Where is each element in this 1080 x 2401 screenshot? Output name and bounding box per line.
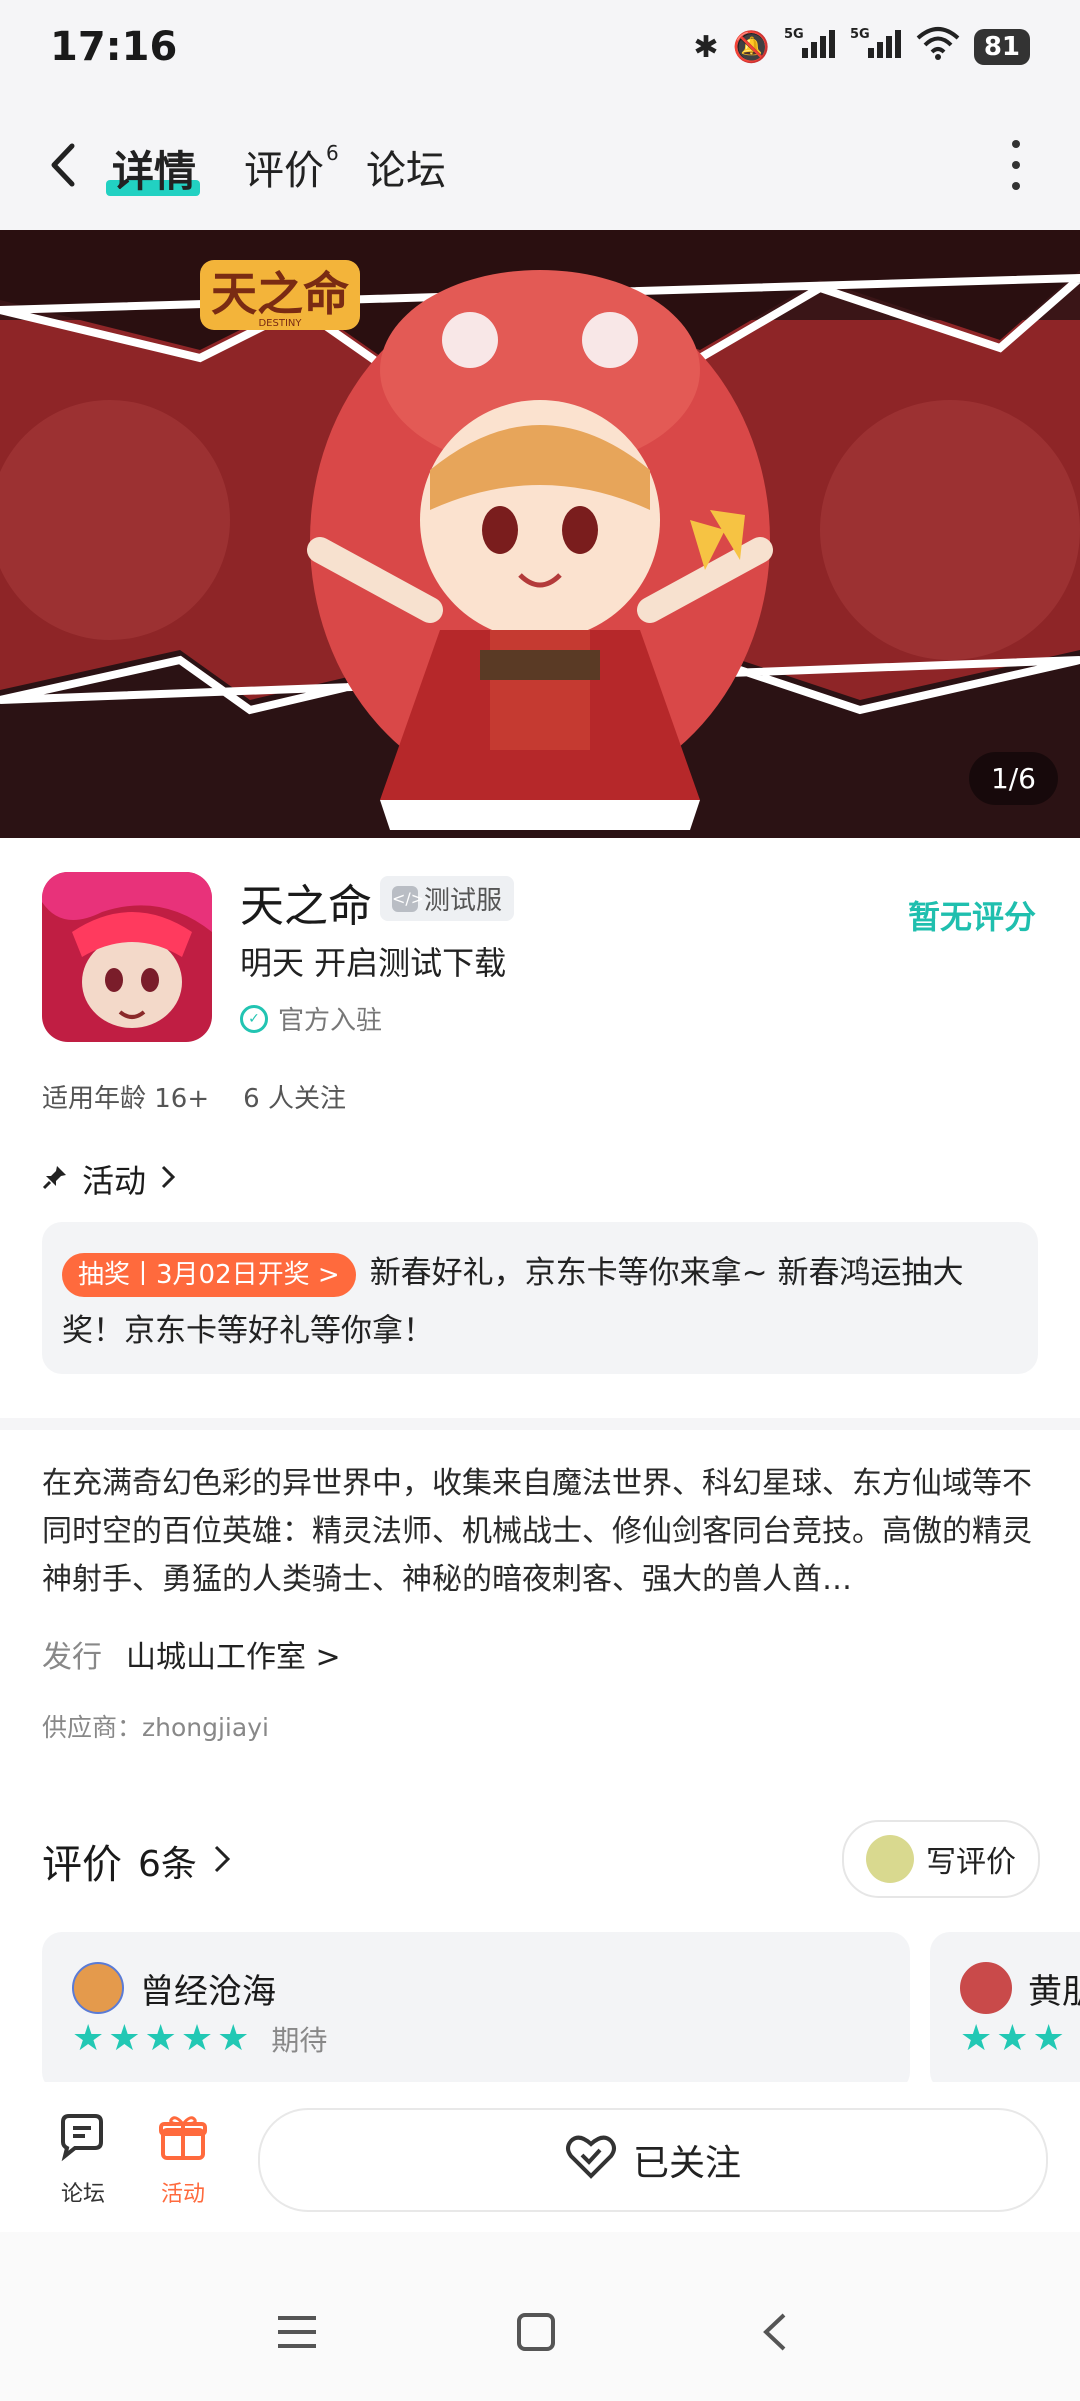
- tab-forum[interactable]: 论坛: [366, 138, 446, 196]
- rating-status: 暂无评分: [907, 898, 1036, 936]
- chevron-right-icon: [160, 1160, 176, 1198]
- banner-logo: 天之命 DESTINY: [200, 260, 360, 330]
- svg-text:5G: 5G: [784, 27, 804, 42]
- publisher-name: 山城山工作室 >: [126, 1640, 341, 1675]
- section-divider: [0, 1418, 1080, 1430]
- reviews-count: 6条: [138, 1844, 197, 1885]
- forum-label: 论坛: [60, 2182, 105, 2207]
- review-card[interactable]: 黄朋 ★★★: [930, 1932, 1080, 2092]
- reviewer-avatar: [960, 1962, 1012, 2014]
- activity-content: 抽奖丨3月02日开奖 > 新春好礼，京东卡等你来拿~ 新春鸿运抽大奖！京东卡等好礼…: [62, 1244, 1022, 1360]
- wifi-icon: [916, 26, 960, 68]
- follow-button[interactable]: 已关注: [258, 2108, 1048, 2212]
- official-badge: ✓ 官方入驻: [240, 1000, 382, 1037]
- release-info: 明天 开启测试下载: [240, 944, 507, 982]
- app-icon: [42, 872, 212, 1042]
- banner-illustration: 天之命 DESTINY: [0, 230, 1080, 838]
- review-card[interactable]: 曾经沧海 ★★★★★ 期待: [42, 1932, 910, 2092]
- home-icon[interactable]: [516, 2312, 556, 2362]
- svg-text:5G: 5G: [850, 27, 870, 42]
- svg-text:DESTINY: DESTINY: [258, 318, 302, 329]
- chevron-right-icon: [213, 1838, 231, 1884]
- activity-header[interactable]: 活动: [42, 1156, 176, 1202]
- back-button[interactable]: [44, 140, 84, 190]
- age-rating: 适用年龄 16+: [42, 1084, 210, 1114]
- follow-label: 已关注: [632, 2143, 741, 2184]
- app-meta: 适用年龄 16+ 6 人关注: [42, 1078, 346, 1115]
- user-avatar: [866, 1835, 914, 1883]
- game-description[interactable]: 在充满奇幻色彩的异世界中，收集来自魔法世界、科幻星球、东方仙域等不同时空的百位英…: [42, 1460, 1038, 1604]
- status-time: 17:16: [50, 24, 178, 70]
- tab-details[interactable]: 详情: [112, 138, 196, 199]
- publisher-label: 发行: [42, 1640, 102, 1675]
- signal-icon-2: 5G: [850, 26, 902, 68]
- official-label: 官方入驻: [278, 1006, 383, 1036]
- supplier-info: 供应商：zhongjiayi: [42, 1713, 269, 1742]
- gift-icon: [138, 2112, 228, 2176]
- chat-bubble-icon: [38, 2112, 128, 2176]
- follower-count: 6 人关注: [243, 1084, 346, 1114]
- write-review-button[interactable]: 写评价: [842, 1820, 1040, 1898]
- activity-label: 活动: [160, 2182, 205, 2207]
- back-arrow-icon: [51, 143, 75, 187]
- forum-button[interactable]: 论坛: [38, 2112, 128, 2208]
- battery-indicator: 81: [973, 29, 1030, 65]
- star-rating: ★★★★★: [72, 2018, 254, 2059]
- verified-check-icon: ✓: [240, 1004, 268, 1033]
- reviews-title: 评价: [42, 1842, 122, 1888]
- lottery-badge[interactable]: 抽奖丨3月02日开奖 >: [62, 1252, 356, 1297]
- status-icons: ✱ 🔕 5G 5G 81: [693, 26, 1030, 68]
- signal-icon: 5G: [784, 26, 836, 68]
- mute-icon: 🔕: [732, 29, 770, 65]
- star-rating: ★★★: [960, 2018, 1069, 2059]
- activity-title: 活动: [82, 1162, 147, 1200]
- menu-icon[interactable]: [276, 2312, 318, 2362]
- tab-reviews-count: 6: [326, 141, 339, 165]
- banner-page-counter: 1/6: [968, 752, 1058, 805]
- reviewer-name: 黄朋: [1028, 1971, 1080, 2012]
- test-server-label: 测试服: [424, 886, 503, 916]
- code-icon: </>: [392, 885, 424, 912]
- banner-image[interactable]: 天之命 DESTINY: [0, 230, 1080, 838]
- reviewer-avatar: [72, 1962, 124, 2014]
- tab-reviews[interactable]: 评价 6: [244, 138, 339, 196]
- heart-check-icon: [565, 2132, 617, 2189]
- bluetooth-icon: ✱: [693, 29, 719, 65]
- svg-text:天之命: 天之命: [211, 267, 349, 321]
- publisher-row[interactable]: 发行 山城山工作室 >: [42, 1632, 341, 1676]
- test-server-badge: </> 测试服: [380, 876, 515, 921]
- rating-label: 期待: [271, 2023, 328, 2057]
- app-name: 天之命: [240, 881, 372, 932]
- reviewer-name: 曾经沧海: [140, 1971, 276, 2012]
- tab-reviews-label: 评价: [244, 148, 324, 194]
- reviews-header[interactable]: 评价 6条: [42, 1832, 231, 1890]
- write-review-label: 写评价: [926, 1845, 1016, 1880]
- pin-icon: [42, 1160, 68, 1198]
- more-options-icon[interactable]: [1008, 140, 1024, 190]
- activity-button[interactable]: 活动: [138, 2112, 228, 2208]
- back-icon[interactable]: [760, 2312, 790, 2362]
